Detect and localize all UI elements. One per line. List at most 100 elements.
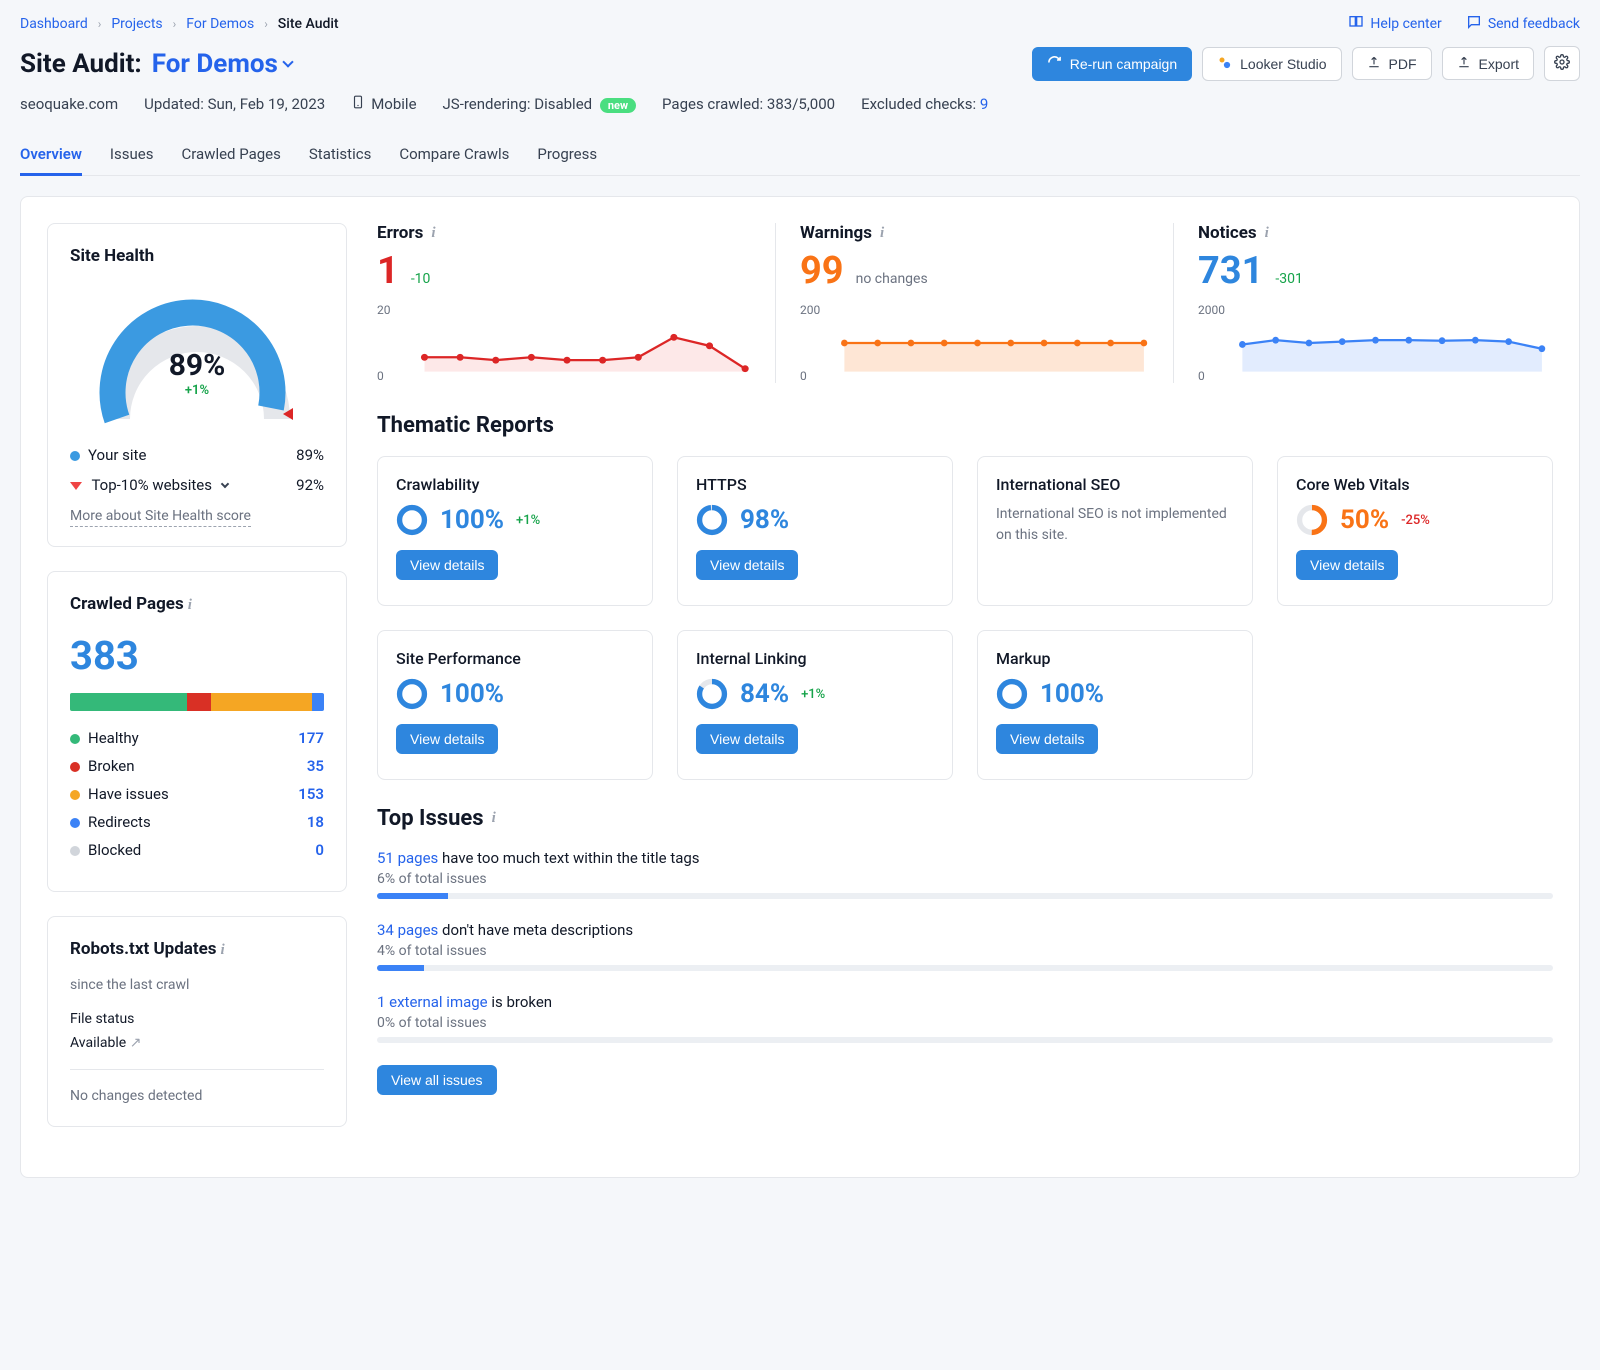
file-status-value[interactable]: Available ↗ xyxy=(70,1035,324,1051)
legend-dot xyxy=(70,734,80,744)
book-icon xyxy=(1348,14,1364,34)
report-delta: -25% xyxy=(1401,513,1430,528)
view-all-issues-button[interactable]: View all issues xyxy=(377,1065,497,1095)
report-percent: 84% xyxy=(740,679,789,709)
legend-label: Blocked xyxy=(88,841,141,859)
info-icon[interactable]: i xyxy=(431,225,435,242)
info-icon[interactable]: i xyxy=(1265,225,1269,242)
info-icon[interactable]: i xyxy=(880,225,884,242)
updated-label: Updated: Sun, Feb 19, 2023 xyxy=(144,95,325,113)
top10-dropdown[interactable]: Top-10% websites xyxy=(70,476,228,494)
legend-value-have-issues[interactable]: 153 xyxy=(298,785,324,803)
tab-issues[interactable]: Issues xyxy=(110,135,154,175)
report-percent: 100% xyxy=(440,505,504,535)
report-delta: +1% xyxy=(516,513,540,528)
report-name: Internal Linking xyxy=(696,649,934,668)
tab-overview[interactable]: Overview xyxy=(20,135,82,176)
triangle-down-icon xyxy=(70,482,82,490)
report-percent: 50% xyxy=(1340,505,1389,535)
view-details-button[interactable]: View details xyxy=(396,550,498,580)
legend-value-redirects[interactable]: 18 xyxy=(307,813,324,831)
bar-segment-redirects xyxy=(312,693,324,711)
metric-sparkline: 2000 xyxy=(800,303,1155,383)
view-details-button[interactable]: View details xyxy=(996,724,1098,754)
new-badge: new xyxy=(600,98,636,113)
domain-label: seoquake.com xyxy=(20,95,118,113)
issue-link[interactable]: 51 pages xyxy=(377,849,438,867)
looker-studio-button[interactable]: Looker Studio xyxy=(1202,47,1341,81)
legend-label: Broken xyxy=(88,757,135,775)
tab-progress[interactable]: Progress xyxy=(537,135,597,175)
mobile-icon xyxy=(351,93,365,115)
view-details-button[interactable]: View details xyxy=(696,724,798,754)
info-icon[interactable]: i xyxy=(221,942,225,958)
tab-crawled-pages[interactable]: Crawled Pages xyxy=(181,135,280,175)
report-name: Site Performance xyxy=(396,649,634,668)
report-delta: +1% xyxy=(801,687,825,702)
gauge-delta: +1% xyxy=(70,383,324,398)
metric-change: no changes xyxy=(856,271,928,287)
donut-icon xyxy=(1296,504,1328,536)
file-status-label: File status xyxy=(70,1011,324,1027)
breadcrumb-dashboard[interactable]: Dashboard xyxy=(20,16,88,32)
legend-label: Have issues xyxy=(88,785,169,803)
legend-dot xyxy=(70,818,80,828)
issue-link[interactable]: 1 external image xyxy=(377,993,488,1011)
legend-value-broken[interactable]: 35 xyxy=(307,757,324,775)
issue-link[interactable]: 34 pages xyxy=(377,921,438,939)
info-icon[interactable]: i xyxy=(492,810,496,827)
gear-icon xyxy=(1554,54,1570,73)
breadcrumb-projects[interactable]: Projects xyxy=(111,16,162,32)
issue-text: have too much text within the title tags xyxy=(438,849,699,867)
report-name: Crawlability xyxy=(396,475,634,494)
metric-value: 731 xyxy=(1198,249,1263,293)
donut-icon xyxy=(396,678,428,710)
robots-panel: Robots.txt Updatesi since the last crawl… xyxy=(47,916,347,1127)
report-percent: 100% xyxy=(1040,679,1104,709)
view-details-button[interactable]: View details xyxy=(696,550,798,580)
more-site-health-link[interactable]: More about Site Health score xyxy=(70,508,251,527)
view-details-button[interactable]: View details xyxy=(1296,550,1398,580)
top10-value: 92% xyxy=(296,476,324,494)
robots-no-changes: No changes detected xyxy=(70,1088,324,1104)
site-health-panel: Site Health 89% +1% Your site xyxy=(47,223,347,547)
metric-label: Warnings xyxy=(800,223,872,243)
info-icon[interactable]: i xyxy=(188,597,192,613)
tab-compare-crawls[interactable]: Compare Crawls xyxy=(399,135,509,175)
chevron-down-icon xyxy=(282,56,293,67)
metric-value: 1 xyxy=(377,249,399,293)
export-button[interactable]: Export xyxy=(1442,47,1534,80)
send-feedback-link[interactable]: Send feedback xyxy=(1466,14,1580,34)
metric-label: Notices xyxy=(1198,223,1257,243)
external-link-icon: ↗ xyxy=(130,1035,142,1051)
excluded-checks-link[interactable]: 9 xyxy=(980,95,988,113)
site-health-gauge: 89% +1% xyxy=(70,284,324,434)
device-label: Mobile xyxy=(351,93,416,115)
settings-button[interactable] xyxy=(1544,46,1580,81)
report-note: International SEO is not implemented on … xyxy=(996,504,1234,546)
bar-segment-healthy xyxy=(70,693,187,711)
report-name: Core Web Vitals xyxy=(1296,475,1534,494)
metric-value: 99 xyxy=(800,249,844,293)
report-card-markup: Markup100%View details xyxy=(977,630,1253,780)
breadcrumb-for-demos[interactable]: For Demos xyxy=(186,16,254,32)
project-dropdown[interactable]: For Demos xyxy=(152,49,292,79)
tab-statistics[interactable]: Statistics xyxy=(309,135,371,175)
crawled-pages-total: 383 xyxy=(70,632,324,679)
pdf-button[interactable]: PDF xyxy=(1352,47,1432,80)
legend-value-blocked[interactable]: 0 xyxy=(315,841,324,859)
metric-errors: Errorsi1-10200 xyxy=(377,223,757,383)
rerun-campaign-button[interactable]: Re-run campaign xyxy=(1032,47,1192,81)
issue-percent: 4% of total issues xyxy=(377,943,1553,959)
issue-progress xyxy=(377,965,1553,971)
issue-item: 51 pages have too much text within the t… xyxy=(377,849,1553,899)
chevron-down-icon xyxy=(220,480,228,488)
issue-text: is broken xyxy=(488,993,552,1011)
issue-item: 34 pages don't have meta descriptions4% … xyxy=(377,921,1553,971)
help-center-link[interactable]: Help center xyxy=(1348,14,1441,34)
report-card-internal-linking: Internal Linking 84% +1% View details xyxy=(677,630,953,780)
js-rendering-label: JS-rendering: Disabled new xyxy=(443,95,637,113)
view-details-button[interactable]: View details xyxy=(396,724,498,754)
robots-since: since the last crawl xyxy=(70,977,324,993)
legend-value-healthy[interactable]: 177 xyxy=(298,729,324,747)
